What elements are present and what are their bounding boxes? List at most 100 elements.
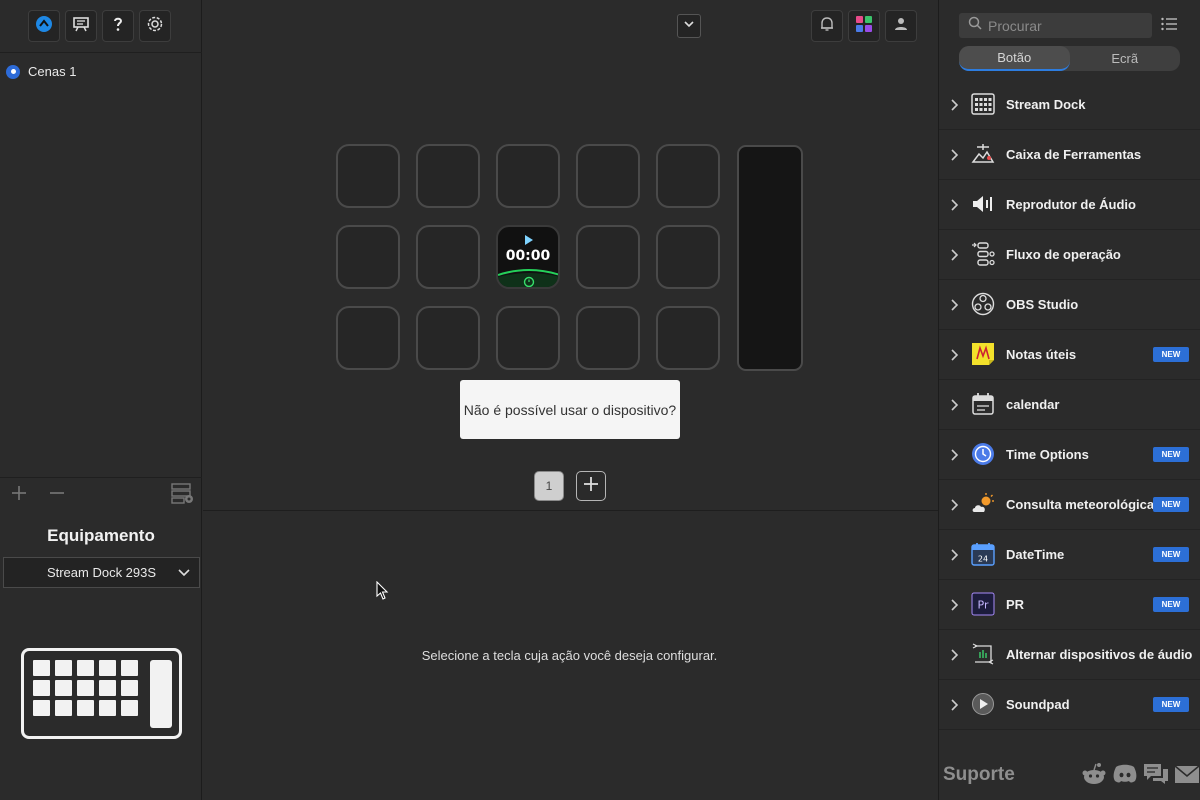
new-badge: NEW bbox=[1153, 697, 1189, 712]
notifications-button[interactable] bbox=[811, 10, 843, 42]
help-button[interactable] bbox=[102, 10, 134, 42]
key-slot[interactable] bbox=[416, 225, 480, 289]
tab-switcher: Botão Ecrã bbox=[959, 46, 1180, 71]
key-slot[interactable] bbox=[416, 144, 480, 208]
key-slot[interactable] bbox=[336, 144, 400, 208]
stream-dock-app: Cenas 1 Equipamento Stream Dock 293S 00:… bbox=[0, 0, 1200, 800]
plugin-item[interactable]: OBS Studio bbox=[939, 280, 1200, 330]
reddit-icon[interactable] bbox=[1081, 762, 1107, 791]
list-view-icon[interactable] bbox=[1161, 17, 1177, 36]
chevron-right-icon bbox=[949, 648, 959, 666]
plugin-item[interactable]: 24 DateTime NEW bbox=[939, 530, 1200, 580]
scene-item[interactable]: Cenas 1 bbox=[6, 64, 76, 79]
key-slot[interactable] bbox=[496, 306, 560, 370]
chevron-right-icon bbox=[949, 698, 959, 716]
help-icon bbox=[109, 15, 127, 38]
scene-manage-button[interactable] bbox=[171, 482, 195, 506]
center-panel: 00:00 Não é possível usar o dispositivo?… bbox=[203, 0, 938, 800]
plugin-item[interactable]: Stream Dock bbox=[939, 80, 1200, 130]
add-page-button[interactable] bbox=[576, 471, 606, 501]
plugin-name: Alternar dispositivos de áudio bbox=[1006, 647, 1193, 662]
discord-icon[interactable] bbox=[1112, 762, 1138, 791]
app-logo-button[interactable] bbox=[28, 10, 60, 42]
page-button[interactable]: 1 bbox=[534, 471, 564, 501]
key-slot[interactable] bbox=[576, 144, 640, 208]
scene-label: Cenas 1 bbox=[28, 64, 77, 79]
presentation-icon bbox=[72, 15, 90, 38]
plugin-item[interactable]: Pr PR NEW bbox=[939, 580, 1200, 630]
audio-switch-icon bbox=[971, 642, 995, 666]
settings-icon bbox=[146, 15, 164, 38]
search-box[interactable] bbox=[959, 13, 1152, 38]
new-badge: NEW bbox=[1153, 347, 1189, 362]
tab-button[interactable]: Botão bbox=[959, 46, 1070, 71]
key-slot[interactable] bbox=[576, 225, 640, 289]
new-badge: NEW bbox=[1153, 497, 1189, 512]
plugin-item[interactable]: Fluxo de operação bbox=[939, 230, 1200, 280]
top-right-toolbar bbox=[811, 10, 917, 42]
chevron-right-icon bbox=[949, 298, 959, 316]
key-slot[interactable] bbox=[656, 306, 720, 370]
presentation-button[interactable] bbox=[65, 10, 97, 42]
bell-icon bbox=[818, 15, 836, 38]
store-button[interactable] bbox=[848, 10, 880, 42]
plugin-item[interactable]: Reprodutor de Áudio bbox=[939, 180, 1200, 230]
chevron-right-icon bbox=[949, 348, 959, 366]
obs-icon bbox=[971, 292, 995, 316]
chevron-right-icon bbox=[949, 198, 959, 216]
minus-icon bbox=[49, 485, 65, 506]
scene-radio[interactable] bbox=[6, 64, 20, 79]
timer-display: 00:00 bbox=[505, 248, 551, 264]
weather-icon bbox=[971, 492, 995, 516]
calendar-icon bbox=[971, 392, 995, 416]
search-input[interactable] bbox=[988, 17, 1138, 34]
keypad-icon bbox=[971, 92, 995, 116]
mail-icon[interactable] bbox=[1174, 762, 1200, 791]
key-slot[interactable] bbox=[416, 306, 480, 370]
key-slot[interactable] bbox=[336, 306, 400, 370]
chevron-right-icon bbox=[949, 98, 959, 116]
sticky-note-icon bbox=[971, 342, 995, 366]
chevron-right-icon bbox=[949, 398, 959, 416]
account-button[interactable] bbox=[885, 10, 917, 42]
right-panel: Botão Ecrã Stream Dock Caixa de Ferramen… bbox=[938, 0, 1200, 800]
page-number: 1 bbox=[545, 479, 553, 493]
plugin-item[interactable]: calendar bbox=[939, 380, 1200, 430]
chevron-right-icon bbox=[949, 448, 959, 466]
plus-icon bbox=[11, 485, 27, 506]
speaker-icon bbox=[971, 192, 995, 216]
chevron-right-icon bbox=[949, 498, 959, 516]
plus-icon bbox=[583, 476, 599, 497]
timer-glow-icon bbox=[498, 269, 558, 287]
plugin-item[interactable]: Notas úteis NEW bbox=[939, 330, 1200, 380]
device-preview-keys bbox=[33, 660, 138, 716]
plugin-list: Stream Dock Caixa de Ferramentas Reprodu… bbox=[939, 80, 1200, 730]
settings-button[interactable] bbox=[139, 10, 171, 42]
date-icon: 24 bbox=[971, 542, 995, 566]
plugin-item[interactable]: Caixa de Ferramentas bbox=[939, 130, 1200, 180]
center-divider bbox=[203, 510, 938, 511]
chevron-right-icon bbox=[949, 598, 959, 616]
plugin-item[interactable]: Consulta meteorológica NEW bbox=[939, 480, 1200, 530]
screen-slot[interactable] bbox=[737, 145, 803, 371]
key-slot[interactable] bbox=[576, 306, 640, 370]
new-badge: NEW bbox=[1153, 447, 1189, 462]
key-slot[interactable] bbox=[656, 144, 720, 208]
workflow-icon bbox=[971, 242, 995, 266]
plugin-item[interactable]: Time Options NEW bbox=[939, 430, 1200, 480]
device-select[interactable]: Stream Dock 293S bbox=[3, 557, 200, 588]
key-grid: 00:00 bbox=[336, 144, 720, 370]
key-slot[interactable] bbox=[496, 144, 560, 208]
profile-dropdown[interactable] bbox=[677, 14, 701, 38]
tab-screen[interactable]: Ecrã bbox=[1070, 46, 1181, 71]
timer-key[interactable]: 00:00 bbox=[496, 225, 560, 289]
device-help-tooltip[interactable]: Não é possível usar o dispositivo? bbox=[460, 380, 680, 439]
plugin-item[interactable]: Alternar dispositivos de áudio bbox=[939, 630, 1200, 680]
color-grid-icon bbox=[855, 15, 873, 38]
plugin-item[interactable]: Soundpad NEW bbox=[939, 680, 1200, 730]
remove-scene-button[interactable] bbox=[46, 484, 68, 506]
key-slot[interactable] bbox=[336, 225, 400, 289]
chat-icon[interactable] bbox=[1143, 762, 1169, 791]
add-scene-button[interactable] bbox=[8, 484, 30, 506]
key-slot[interactable] bbox=[656, 225, 720, 289]
